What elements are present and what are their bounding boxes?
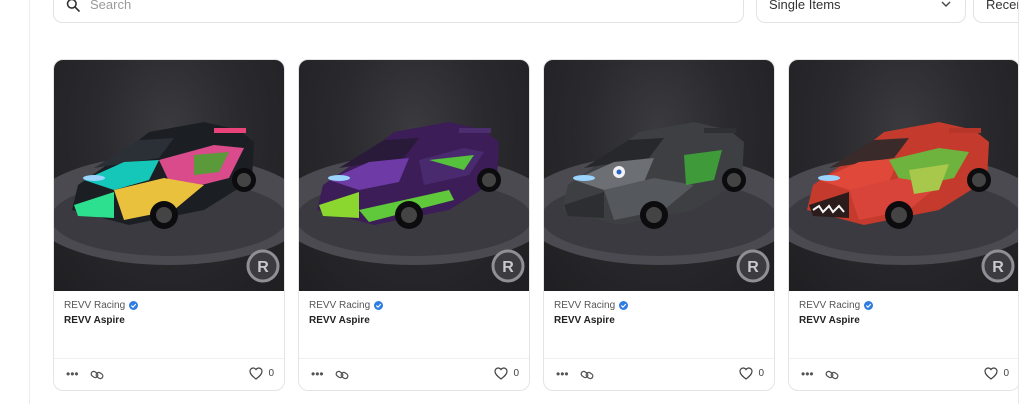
collection-row: REVV Racing [799,300,1009,311]
item-type-select[interactable]: Single Items [756,0,966,23]
item-name: REVV Aspire [64,315,125,326]
nft-card[interactable]: R REVV Racing REVV Aspire ••• 0 [788,59,1020,391]
heart-icon [984,367,999,380]
svg-text:R: R [502,259,514,276]
card-footer: ••• 0 [299,358,529,390]
like-button[interactable]: 0 [739,367,764,380]
car-thumbnail[interactable]: R [54,60,284,291]
more-options-icon[interactable]: ••• [556,368,569,380]
svg-text:R: R [257,259,269,276]
item-name: REVV Aspire [799,315,860,326]
more-options-icon[interactable]: ••• [66,368,79,380]
card-footer: ••• 0 [789,358,1019,390]
item-name: REVV Aspire [554,315,615,326]
nft-card[interactable]: R REVV Racing REVV Aspire ••• 0 [298,59,530,391]
collection-name: REVV Racing [64,300,126,311]
verified-badge-icon [619,301,629,310]
car-image: R [299,122,529,283]
like-count: 0 [758,368,764,379]
verified-badge-icon [129,301,139,310]
card-info: REVV Racing REVV Aspire [309,300,519,326]
nft-card[interactable]: R REVV Racing REVV Aspire ••• 0 [543,59,775,391]
card-footer: ••• 0 [544,358,774,390]
item-name: REVV Aspire [309,315,370,326]
verified-badge-icon [374,301,384,310]
like-button[interactable]: 0 [494,367,519,380]
collection-row: REVV Racing [554,300,764,311]
right-panel-edge [1018,0,1033,404]
link-icon[interactable] [580,368,594,382]
search-input[interactable] [90,0,690,12]
car-image: R [54,122,284,283]
collection-name: REVV Racing [554,300,616,311]
like-count: 0 [268,368,274,379]
heart-icon [739,367,754,380]
car-thumbnail[interactable]: R [789,60,1019,291]
more-options-icon[interactable]: ••• [801,368,814,380]
chevron-down-icon [941,1,951,7]
car-image: R [544,122,774,283]
card-info: REVV Racing REVV Aspire [554,300,764,326]
collection-row: REVV Racing [64,300,274,311]
item-type-selected: Single Items [769,0,841,12]
more-options-icon[interactable]: ••• [311,368,324,380]
like-count: 0 [1003,368,1009,379]
card-info: REVV Racing REVV Aspire [799,300,1009,326]
car-image: R [789,122,1019,283]
verified-badge-icon [864,301,874,310]
svg-text:R: R [747,259,759,276]
collection-name: REVV Racing [799,300,861,311]
heart-icon [249,367,264,380]
car-thumbnail[interactable]: R [544,60,774,291]
search-icon [66,0,80,12]
link-icon[interactable] [825,368,839,382]
nft-card[interactable]: R REVV Racing REVV Aspire ••• 0 [53,59,285,391]
marketplace-page: Single Items Recently [0,0,1033,404]
svg-text:R: R [992,259,1004,276]
car-thumbnail[interactable]: R [299,60,529,291]
like-button[interactable]: 0 [249,367,274,380]
heart-icon [494,367,509,380]
card-info: REVV Racing REVV Aspire [64,300,274,326]
card-footer: ••• 0 [54,358,284,390]
link-icon[interactable] [335,368,349,382]
collection-name: REVV Racing [309,300,371,311]
search-box[interactable] [53,0,744,23]
like-button[interactable]: 0 [984,367,1009,380]
link-icon[interactable] [90,368,104,382]
like-count: 0 [513,368,519,379]
left-sidebar [0,0,30,404]
collection-row: REVV Racing [309,300,519,311]
